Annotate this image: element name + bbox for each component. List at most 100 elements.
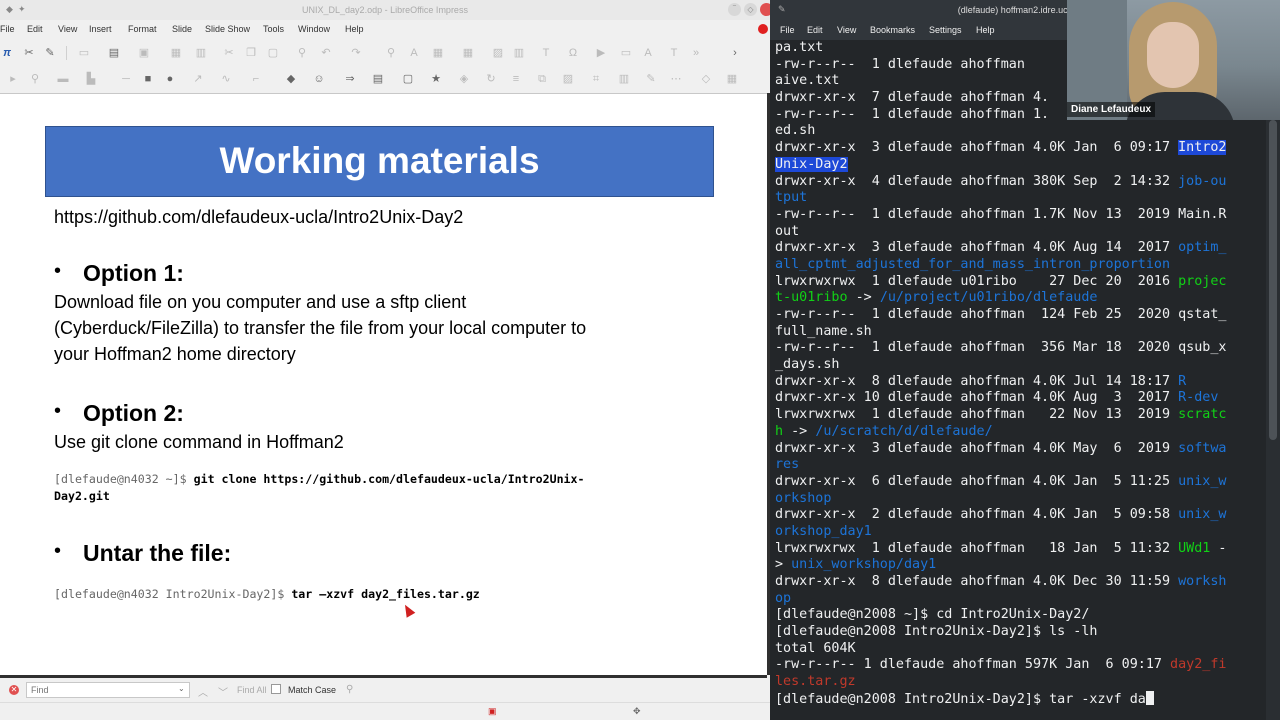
find-replace-icon[interactable]: ⚲: [346, 684, 353, 695]
3d-objects-icon[interactable]: ◈: [458, 73, 470, 85]
connectors-icon[interactable]: ⌐: [250, 73, 262, 85]
term-menu-edit[interactable]: Edit: [807, 25, 823, 35]
special-char-icon[interactable]: Ω: [567, 47, 579, 59]
menu-slide[interactable]: Slide: [172, 24, 192, 34]
ellipse-tool-icon[interactable]: ●: [164, 73, 176, 85]
textbox-icon[interactable]: T: [540, 47, 552, 59]
menu-insert[interactable]: Insert: [89, 24, 112, 34]
glue-points-icon[interactable]: ◇: [700, 73, 712, 85]
paste-icon[interactable]: ▢: [267, 47, 279, 59]
terminal-line: op: [775, 591, 1265, 608]
callouts-icon[interactable]: ▢: [402, 73, 414, 85]
terminal-output[interactable]: pa.txt -rw-r--r-- 1 dlefaude ahoffman aive…: [775, 40, 1265, 720]
more-icon[interactable]: »: [690, 47, 702, 59]
align-icon[interactable]: ≡: [510, 73, 522, 85]
menu-help[interactable]: Help: [345, 24, 364, 34]
terminal-text-segment: /u/scratch/d/dlefaude/: [815, 423, 993, 439]
undo-icon[interactable]: ↶: [320, 47, 332, 59]
curves-icon[interactable]: ∿: [220, 73, 232, 85]
spelling-icon[interactable]: ✎: [44, 47, 56, 59]
chart-icon[interactable]: ▥: [513, 47, 525, 59]
minimize-button[interactable]: ‾: [728, 3, 741, 16]
media-icon[interactable]: ▶: [595, 47, 607, 59]
basic-shapes-icon[interactable]: ◆: [285, 73, 297, 85]
close-find-bar-icon[interactable]: ✕: [9, 685, 19, 695]
cut-tool-icon[interactable]: ✂: [23, 47, 35, 59]
copy-icon[interactable]: ❐: [245, 47, 257, 59]
terminal-text-segment: aive.txt: [775, 73, 840, 89]
stars-icon[interactable]: ★: [430, 73, 442, 85]
redo-icon[interactable]: ↷: [350, 47, 362, 59]
term-menu-file[interactable]: File: [780, 25, 795, 35]
menu-slide-show[interactable]: Slide Show: [205, 24, 250, 34]
toggle-extrusion-icon[interactable]: ✎: [645, 73, 657, 85]
text-direction-icon[interactable]: T: [668, 47, 680, 59]
zoom-tool-icon[interactable]: ⚲: [29, 73, 41, 85]
rotate-icon[interactable]: ↻: [485, 73, 497, 85]
fill-color-icon[interactable]: ▙: [85, 73, 97, 85]
table-icon[interactable]: ▦: [458, 47, 478, 59]
rectangle-tool-icon[interactable]: ■: [142, 73, 154, 85]
term-menu-settings[interactable]: Settings: [929, 25, 962, 35]
cut-icon[interactable]: ✂: [223, 47, 235, 59]
menu-file[interactable]: File: [0, 24, 15, 34]
save-icon[interactable]: ▣: [138, 47, 150, 59]
terminal-text-segment: worksh: [1178, 574, 1227, 589]
match-case-checkbox[interactable]: [271, 684, 281, 694]
close-button[interactable]: [760, 3, 770, 16]
find-next-icon[interactable]: ﹀: [218, 684, 228, 699]
arrange-icon[interactable]: ⧉: [536, 73, 548, 85]
open-icon[interactable]: ▤: [108, 47, 120, 59]
terminal-line: all_cptmt_adjusted_for_and_mass_intron_p…: [775, 257, 1265, 274]
shadow-icon[interactable]: ▨: [562, 73, 574, 85]
filter-icon[interactable]: ▥: [618, 73, 630, 85]
new-icon[interactable]: ▭: [78, 47, 90, 59]
print-icon[interactable]: ▥: [195, 47, 207, 59]
select-tool-icon[interactable]: ▸: [7, 73, 19, 85]
terminal-text-segment: R-dev: [1178, 390, 1219, 406]
image-icon[interactable]: ▨: [492, 47, 504, 59]
close-icon[interactable]: [758, 24, 768, 34]
toolbar-overflow-icon[interactable]: ›: [729, 47, 741, 59]
slide-title-banner: Working materials: [45, 126, 714, 197]
term-menu-view[interactable]: View: [837, 25, 856, 35]
terminal-text-segment: full_name.sh: [775, 323, 872, 339]
line-color-icon[interactable]: ▬: [57, 73, 69, 85]
interaction-icon[interactable]: ▦: [726, 73, 738, 85]
menu-edit[interactable]: Edit: [27, 24, 43, 34]
terminal-text-segment: /u/project/u01ribo/dlefaude: [879, 290, 1098, 306]
terminal-scrollbar[interactable]: [1266, 40, 1280, 720]
term-menu-bookmarks[interactable]: Bookmarks: [870, 25, 915, 35]
block-arrows-icon[interactable]: ⇒: [344, 73, 356, 85]
find-input[interactable]: [26, 682, 190, 698]
export-pdf-icon[interactable]: ▦: [170, 47, 182, 59]
slide-icon[interactable]: ▭: [620, 47, 632, 59]
terminal-line: -rw-r--r-- 1 dlefaude ahoffman 356 Mar 1…: [775, 340, 1265, 357]
lines-arrows-icon[interactable]: ↗: [192, 73, 204, 85]
terminal-text-segment: unix_w: [1178, 473, 1227, 489]
find-previous-icon[interactable]: ︿: [198, 684, 208, 699]
menu-format[interactable]: Format: [128, 24, 157, 34]
grid-icon[interactable]: ▦: [432, 47, 444, 59]
flowchart-icon[interactable]: ▤: [372, 73, 384, 85]
menu-view[interactable]: View: [58, 24, 77, 34]
math-icon[interactable]: π: [1, 47, 13, 59]
fontwork-icon[interactable]: A: [642, 47, 654, 59]
menu-window[interactable]: Window: [298, 24, 330, 34]
crop-icon[interactable]: ⌗: [590, 73, 602, 85]
maximize-button[interactable]: ◇: [744, 3, 757, 16]
chevron-down-icon[interactable]: ⌄: [178, 684, 185, 693]
clone-formatting-icon[interactable]: ⚲: [296, 47, 308, 59]
menu-tools[interactable]: Tools: [263, 24, 284, 34]
find-replace-icon[interactable]: ⚲: [385, 47, 397, 59]
find-all-button[interactable]: Find All: [237, 685, 267, 695]
points-icon[interactable]: ⋯: [670, 73, 682, 85]
symbol-shapes-icon[interactable]: ☺: [313, 73, 325, 85]
spelling-check-icon[interactable]: A: [408, 47, 420, 59]
line-tool-icon[interactable]: ─: [120, 73, 132, 85]
terminal-text-segment: optim_: [1178, 240, 1227, 256]
term-menu-help[interactable]: Help: [976, 25, 995, 35]
terminal-text-segment: all_cptmt_adjusted_for_and_mass_intron_p…: [775, 256, 1171, 272]
terminal-scroll-thumb[interactable]: [1269, 120, 1277, 440]
slide-canvas[interactable]: Working materials https://github.com/dle…: [0, 93, 767, 675]
